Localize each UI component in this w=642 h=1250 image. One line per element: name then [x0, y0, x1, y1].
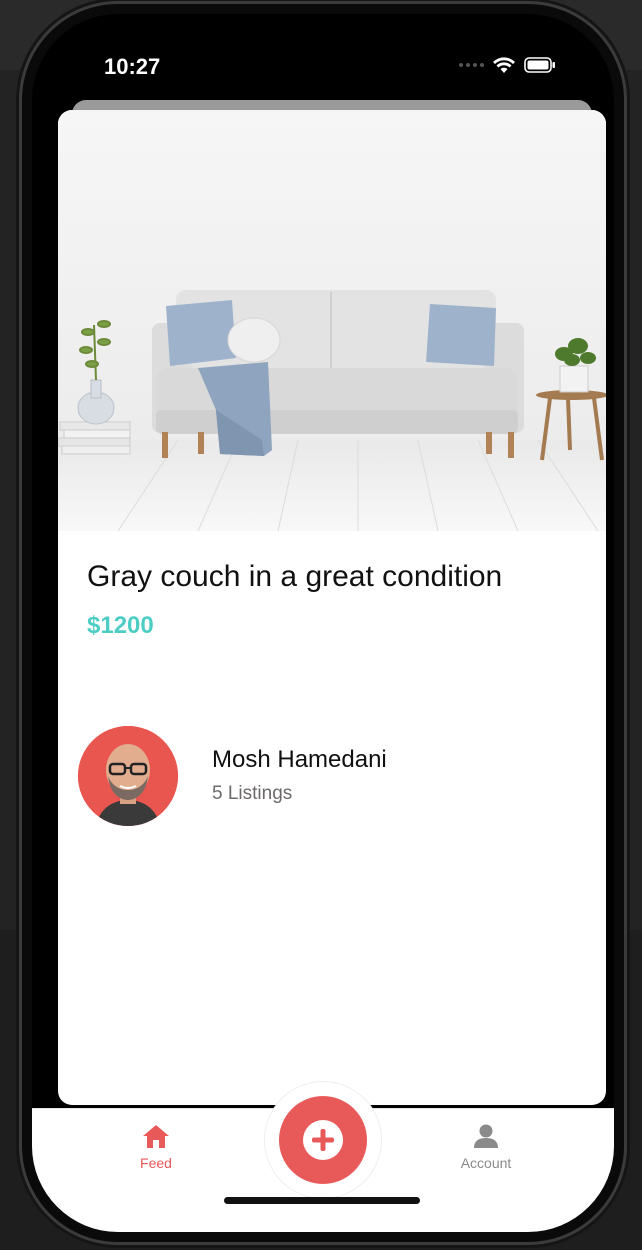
signal-icon: [459, 63, 484, 67]
home-indicator[interactable]: [224, 1197, 420, 1204]
listing-detail-card: Gray couch in a great condition $1200 Mo…: [58, 110, 606, 1105]
listing-price: $1200: [87, 612, 154, 639]
listing-image: [58, 110, 606, 531]
tab-account[interactable]: Account: [426, 1123, 546, 1171]
wifi-icon: [493, 57, 515, 73]
status-icons: [459, 56, 556, 74]
couch-photo: [58, 110, 606, 531]
phone-screen: 10:27 Gray couch in a great condition $1…: [32, 14, 614, 1232]
seller-listing-count: 5 Listings: [212, 783, 293, 804]
add-listing-button[interactable]: [279, 1096, 367, 1184]
battery-icon: [524, 57, 555, 73]
plus-circle-icon: [303, 1120, 343, 1160]
tab-feed-label: Feed: [140, 1155, 172, 1171]
status-time: 10:27: [104, 54, 161, 79]
home-icon: [143, 1125, 169, 1148]
tab-feed[interactable]: Feed: [96, 1123, 216, 1171]
phone-frame: 10:27 Gray couch in a great condition $1…: [22, 4, 624, 1242]
seller-list-item[interactable]: Mosh Hamedani 5 Listings: [78, 726, 578, 826]
tab-account-label: Account: [460, 1155, 512, 1171]
user-icon: [474, 1124, 498, 1148]
listing-title: Gray couch in a great condition: [87, 560, 503, 593]
seller-avatar: [78, 726, 178, 826]
seller-name: Mosh Hamedani: [212, 746, 387, 773]
